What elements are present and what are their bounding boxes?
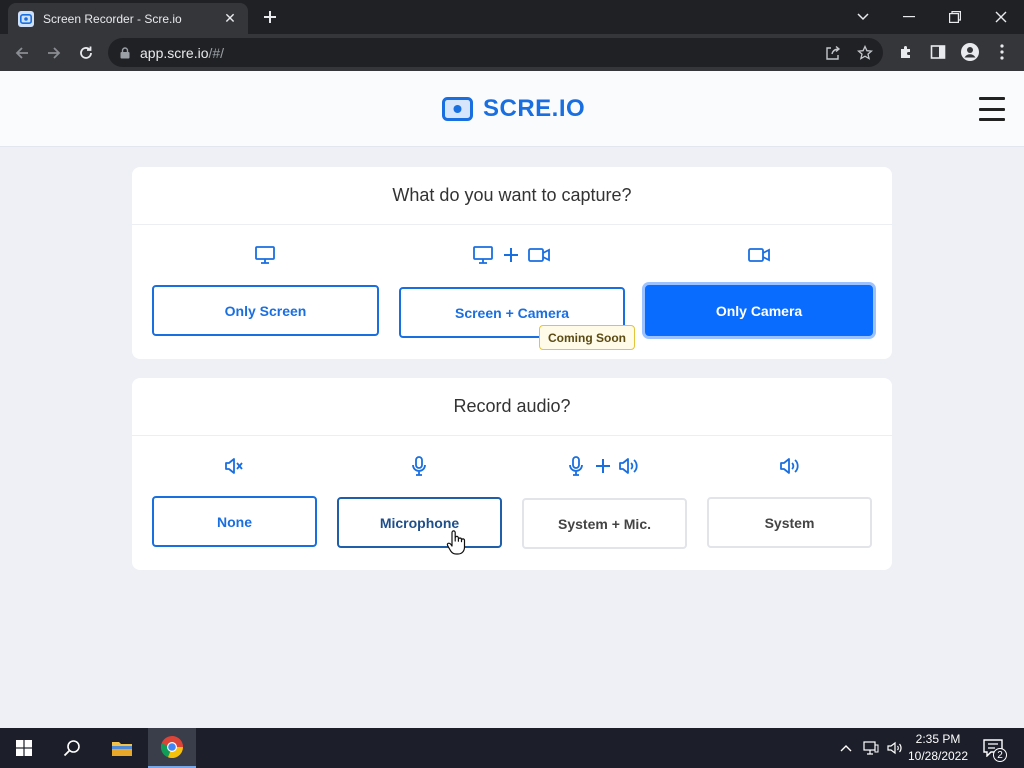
new-tab-button[interactable] xyxy=(258,6,282,28)
url-text: app.scre.io/#/ xyxy=(140,44,225,61)
windows-start-icon[interactable] xyxy=(0,728,48,768)
microphone-icon xyxy=(411,456,427,476)
audio-microphone-button[interactable]: Microphone xyxy=(337,497,502,548)
audio-system-button[interactable]: System xyxy=(707,497,872,548)
notification-count-badge: 2 xyxy=(993,748,1007,762)
forward-icon[interactable] xyxy=(42,41,66,65)
search-icon[interactable] xyxy=(48,728,96,768)
speaker-icon xyxy=(779,456,801,476)
browser-tab[interactable]: Screen Recorder - Scre.io ✕ xyxy=(8,3,248,34)
coming-soon-badge: Coming Soon xyxy=(539,325,635,350)
monitor-icon xyxy=(255,245,275,265)
only-screen-button[interactable]: Only Screen xyxy=(152,285,379,336)
extensions-icon[interactable] xyxy=(896,42,916,62)
logo-text: SCRE.IO xyxy=(483,95,586,122)
close-window-button[interactable] xyxy=(978,0,1024,34)
monitor-plus-camera-icon xyxy=(473,245,551,265)
audio-title: Record audio? xyxy=(132,378,892,436)
clock-date: 10/28/2022 xyxy=(907,749,969,763)
restore-button[interactable] xyxy=(932,0,978,34)
mute-icon xyxy=(224,456,244,476)
bookmark-star-icon[interactable] xyxy=(856,44,874,62)
hamburger-menu-icon[interactable] xyxy=(979,97,1005,121)
hand-cursor-icon xyxy=(446,530,466,561)
show-hidden-icons-chevron-icon[interactable] xyxy=(836,728,856,768)
browser-tab-bar: Screen Recorder - Scre.io ✕ xyxy=(0,0,1024,34)
address-bar[interactable]: app.scre.io/#/ xyxy=(108,38,883,67)
capture-title: What do you want to capture? xyxy=(132,167,892,225)
browser-toolbar: app.scre.io/#/ xyxy=(0,34,1024,71)
browser-menu-icon[interactable] xyxy=(992,42,1012,62)
taskbar-clock[interactable]: 2:35 PM 10/28/2022 xyxy=(906,731,970,765)
only-camera-button[interactable]: Only Camera xyxy=(645,285,873,336)
camera-icon xyxy=(748,245,770,265)
site-header: SCRE.IO xyxy=(0,71,1024,147)
minimize-button[interactable] xyxy=(886,0,932,34)
network-icon[interactable] xyxy=(860,728,882,768)
clock-time: 2:35 PM xyxy=(915,732,961,746)
windows-taskbar: 2:35 PM 10/28/2022 2 xyxy=(0,728,1024,768)
file-explorer-icon[interactable] xyxy=(98,728,146,768)
reload-icon[interactable] xyxy=(74,41,98,65)
microphone-plus-speaker-icon xyxy=(568,456,640,476)
lock-icon xyxy=(120,46,130,59)
chrome-taskbar-icon[interactable] xyxy=(148,728,196,768)
audio-none-button[interactable]: None xyxy=(152,496,317,547)
audio-system-plus-mic-button[interactable]: System + Mic. xyxy=(522,498,687,549)
back-icon[interactable] xyxy=(10,41,34,65)
screen-record-logo-icon xyxy=(442,97,473,121)
tab-close-icon[interactable]: ✕ xyxy=(222,10,238,27)
tab-title: Screen Recorder - Scre.io xyxy=(43,11,182,26)
site-logo[interactable]: SCRE.IO xyxy=(442,95,585,123)
scre-favicon-icon xyxy=(18,10,34,27)
tab-search-chevron-icon[interactable] xyxy=(840,0,886,34)
profile-icon[interactable] xyxy=(960,42,980,62)
side-panel-icon[interactable] xyxy=(928,42,948,62)
share-icon[interactable] xyxy=(824,44,842,62)
volume-icon[interactable] xyxy=(884,728,906,768)
